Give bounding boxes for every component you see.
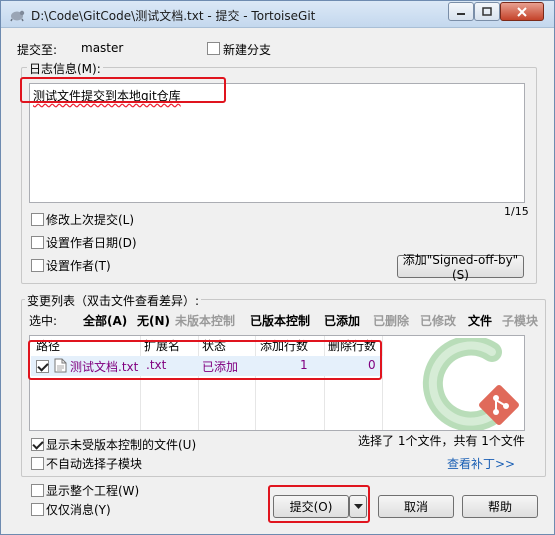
amend-label: 修改上次提交(L)	[46, 213, 135, 227]
commit-button[interactable]: 提交(O)	[273, 495, 349, 518]
column-extension[interactable]: 扩展名	[144, 337, 180, 355]
commit-message-textarea[interactable]: 测试文件提交到本地git仓库	[29, 83, 525, 203]
filter-none[interactable]: 无(N)	[137, 312, 170, 329]
show-whole-project-label: 显示整个工程(W)	[46, 484, 140, 498]
column-lines-added[interactable]: 添加行数	[260, 337, 308, 355]
minimize-icon	[457, 12, 465, 15]
set-author-date-checkbox[interactable]	[31, 236, 44, 249]
amend-checkbox[interactable]	[31, 213, 44, 226]
set-author-checkbox[interactable]	[31, 259, 44, 272]
branch-name: master	[81, 41, 124, 55]
file-lines-added: 1	[300, 358, 308, 372]
close-button[interactable]	[500, 2, 544, 21]
new-branch-checkbox[interactable]	[207, 42, 220, 55]
commit-dropdown-button[interactable]	[349, 495, 367, 518]
filter-submodules[interactable]: 子模块	[502, 312, 538, 329]
filter-files[interactable]: 文件	[468, 312, 492, 329]
file-extension: .txt	[146, 358, 167, 372]
filter-versioned[interactable]: 已版本控制	[250, 312, 310, 329]
filter-deleted[interactable]: 已删除	[373, 312, 409, 329]
show-unversioned-checkbox[interactable]	[31, 438, 44, 451]
select-label: 选中:	[29, 314, 58, 328]
filter-added[interactable]: 已添加	[324, 312, 360, 329]
help-button[interactable]: 帮助	[462, 495, 538, 518]
changes-group-label: 变更列表（双击文件查看差异）:	[25, 292, 202, 309]
close-icon	[517, 6, 527, 17]
file-lines-deleted: 0	[368, 358, 376, 372]
column-status[interactable]: 状态	[202, 337, 226, 355]
changed-files-list[interactable]: 路径 扩展名 状态 添加行数 删除行数 测试文档.txt .txt 已添加 1 …	[29, 335, 525, 431]
show-whole-project-checkbox[interactable]	[31, 484, 44, 497]
no-auto-submodule-label: 不自动选择子模块	[46, 457, 143, 471]
cancel-button[interactable]: 取消	[378, 495, 454, 518]
window-title: D:\Code\GitCode\测试文档.txt - 提交 - Tortoise…	[31, 9, 316, 23]
column-path[interactable]: 路径	[36, 337, 60, 355]
maximize-icon	[482, 6, 492, 16]
no-auto-submodule-checkbox[interactable]	[31, 457, 44, 470]
filter-all[interactable]: 全部(A)	[83, 312, 127, 329]
new-branch-label: 新建分支	[223, 43, 272, 57]
minimize-button[interactable]	[448, 2, 474, 21]
commit-message-text: 测试文件提交到本地git仓库	[33, 89, 181, 103]
show-unversioned-label: 显示未受版本控制的文件(U)	[46, 438, 197, 452]
set-author-date-label: 设置作者日期(D)	[46, 236, 137, 250]
log-message-group-label: 日志信息(M):	[27, 60, 103, 77]
set-author-label: 设置作者(T)	[46, 259, 111, 273]
tortoisegit-app-icon	[10, 10, 25, 22]
message-counter: 1/15	[504, 205, 529, 218]
text-file-icon	[54, 358, 67, 373]
commit-dialog: D:\Code\GitCode\测试文档.txt - 提交 - Tortoise…	[0, 0, 555, 535]
dropdown-arrow-icon	[353, 503, 363, 509]
signed-off-by-button[interactable]: 添加"Signed-off-by"(S)	[397, 253, 524, 282]
view-patch-link[interactable]: 查看补丁>>	[447, 455, 515, 472]
file-row-checkbox[interactable]	[36, 360, 49, 373]
file-status: 已添加	[202, 360, 239, 374]
message-only-label: 仅仅消息(Y)	[46, 503, 111, 517]
file-path: 测试文档.txt	[70, 360, 139, 374]
commit-to-label: 提交至:	[17, 43, 58, 57]
selection-summary: 选择了 1个文件，共有 1个文件	[358, 434, 525, 448]
filter-modified[interactable]: 已修改	[420, 312, 456, 329]
filter-unversioned[interactable]: 未版本控制	[175, 312, 235, 329]
title-bar[interactable]: D:\Code\GitCode\测试文档.txt - 提交 - Tortoise…	[1, 1, 554, 28]
message-only-checkbox[interactable]	[31, 503, 44, 516]
tortoisegit-watermark-logo-icon	[422, 338, 519, 430]
column-lines-deleted[interactable]: 删除行数	[328, 337, 376, 355]
maximize-button[interactable]	[474, 2, 500, 21]
